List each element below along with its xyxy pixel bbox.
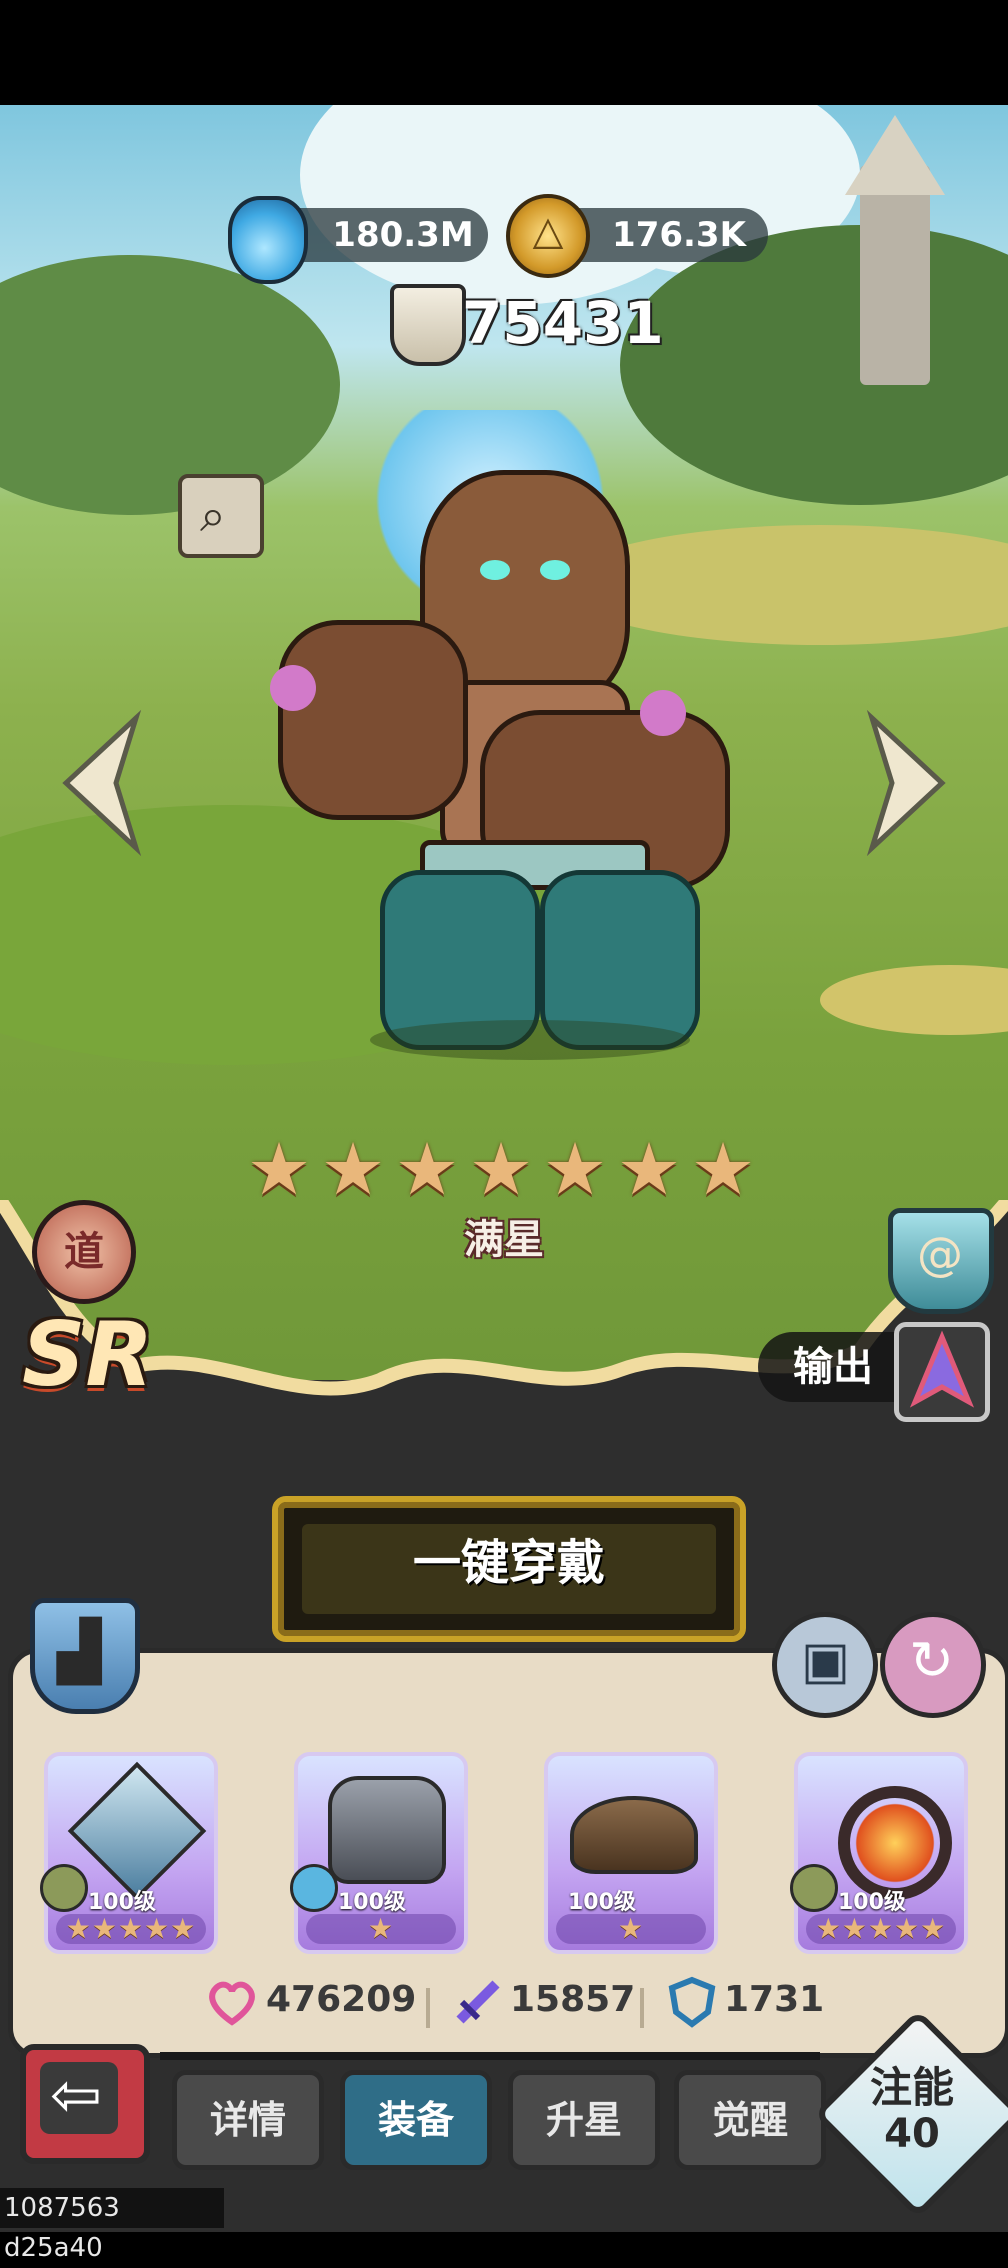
inject-label: 注能 [869,2063,954,2112]
left-arm [278,620,468,820]
tower-decoration [860,165,930,385]
equipment-stars: ★★★★★ [806,1914,956,1944]
stat-divider [426,1988,430,2028]
inject-value: 40 [884,2111,940,2157]
equip-all-button[interactable]: 一键穿戴 [272,1496,746,1642]
equipment-slot-2[interactable]: 100级 ★ [290,1752,468,1954]
prev-hero-button[interactable] [56,708,146,858]
attack-sword-icon [452,1976,504,2028]
flower-left [270,665,316,711]
hero-star-6: ★ [616,1127,682,1211]
chevron-left-icon [62,709,142,857]
tabs-rail [160,2052,820,2060]
faction-badge[interactable]: 道 [32,1200,136,1304]
power-icon [390,284,466,366]
coin-value: 176.3K [612,215,746,255]
coin-icon: △ [506,194,590,278]
refresh-icon: ↻ [909,1629,955,1692]
hero-star-3: ★ [394,1127,460,1211]
earth-element-icon [790,1864,838,1912]
dagger-icon [909,1330,975,1408]
hero-character[interactable] [270,410,740,1060]
flame-ring-icon [838,1786,952,1900]
inspect-button[interactable]: ⌕ [178,474,264,558]
hero-star-7: ★ [690,1127,756,1211]
equipment-slot-3[interactable]: 100级 ★ [544,1752,718,1954]
stat-divider [640,1988,644,2028]
status-bar [0,0,1008,105]
hero-star-2: ★ [320,1127,386,1211]
eye-left [480,560,510,580]
hp-value: 476209 [266,1979,417,2020]
back-button[interactable]: ⇦ [20,2044,150,2164]
back-arrow-icon: ⇦ [50,2058,102,2131]
power-value: 75431 [462,289,664,357]
tower-roof [845,115,945,195]
potion-icon [228,196,308,284]
potion-value: 180.3M [332,215,474,255]
role-icon-button[interactable] [894,1322,990,1422]
defense-shield-icon [666,1976,718,2028]
tab-star-up[interactable]: 升星 [508,2070,660,2170]
class-shield-badge[interactable]: @ [888,1208,994,1314]
tab-equipment[interactable]: 装备 [340,2070,492,2170]
anvil-icon: ▟ [57,1617,102,1685]
tab-awaken[interactable]: 觉醒 [674,2070,826,2170]
attack-value: 15857 [510,1979,636,2020]
equipment-stars: ★★★★★ [56,1914,206,1944]
water-element-icon [290,1864,338,1912]
rarity-label: SR [22,1303,154,1406]
save-loadout-button[interactable]: ▣ [772,1612,878,1718]
armor-icon [328,1776,446,1884]
reset-button[interactable]: ↻ [880,1612,986,1718]
magnifier-icon: ⌕ [200,488,226,542]
floppy-icon: ▣ [801,1631,851,1691]
tab-details[interactable]: 详情 [172,2070,324,2170]
chevron-right-icon [866,709,946,857]
forge-button[interactable]: ▟ [30,1598,140,1714]
equipment-stars: ★ [306,1914,456,1944]
hat-icon [570,1796,698,1874]
equipment-stars: ★ [556,1914,706,1944]
debug-build-text: 1087563 d25a40 [0,2188,224,2263]
hero-star-5: ★ [542,1127,608,1211]
equip-all-label: 一键穿戴 [302,1524,716,1614]
flower-right [640,690,686,736]
defense-value: 1731 [724,1979,825,2020]
spiral-icon: @ [917,1227,963,1281]
hero-shadow [370,1020,690,1060]
hp-heart-icon [206,1980,258,2026]
hero-star-1: ★ [246,1127,312,1211]
earth-element-icon [40,1864,88,1912]
twin-blades-icon [67,1761,207,1901]
role-label: 输出 [758,1332,908,1402]
equipment-slot-4[interactable]: 100级 ★★★★★ [790,1752,968,1954]
eye-right [540,560,570,580]
next-hero-button[interactable] [862,708,952,858]
equipment-slot-1[interactable]: 100级 ★★★★★ [40,1752,218,1954]
hero-star-4: ★ [468,1127,534,1211]
